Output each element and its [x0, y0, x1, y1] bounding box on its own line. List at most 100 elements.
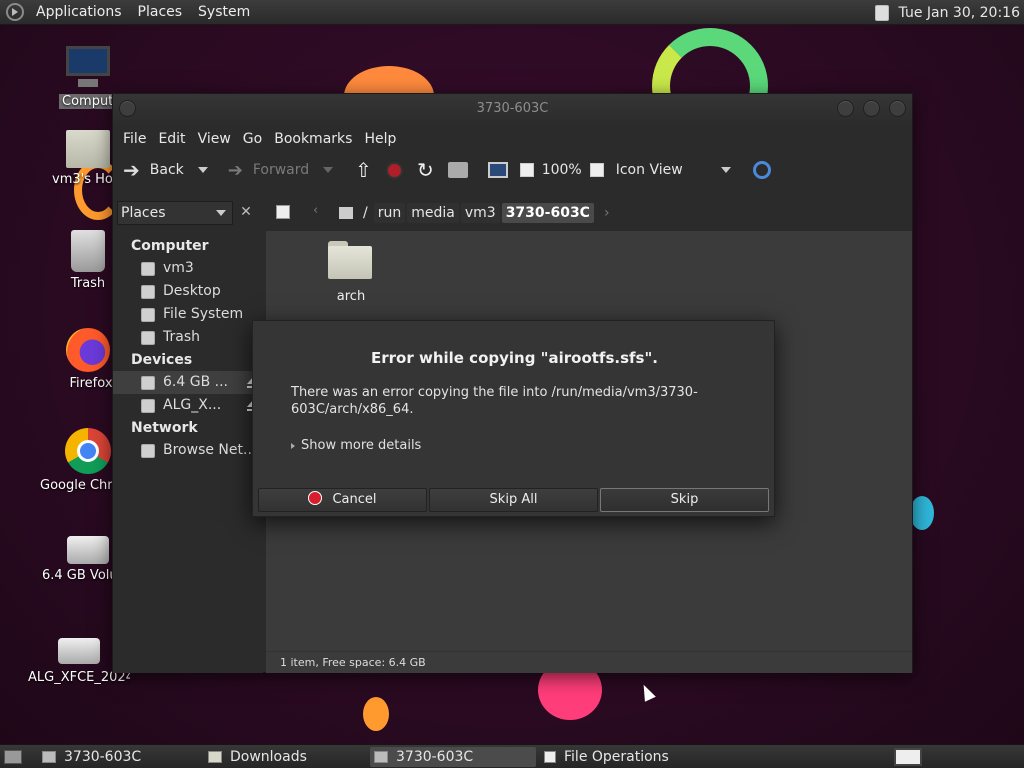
places-menu[interactable]: Places — [130, 4, 191, 20]
home-folder-icon — [66, 130, 110, 168]
menu-bookmarks[interactable]: Bookmarks — [268, 131, 358, 147]
zoom-in-icon[interactable] — [589, 163, 604, 177]
error-dialog: Error while copying "airootfs.sfs". Ther… — [252, 320, 775, 517]
close-sidebar-icon[interactable]: ✕ — [235, 201, 257, 225]
home-icon[interactable] — [447, 162, 468, 178]
sidebar-item-desktop[interactable]: Desktop — [113, 280, 263, 303]
dialog-title: Error while copying "airootfs.sfs". — [371, 349, 658, 367]
minimize-button[interactable] — [837, 100, 854, 117]
task-downloads[interactable]: Downloads — [204, 747, 364, 767]
cancel-button[interactable]: Cancel — [258, 488, 427, 512]
window-menu-button[interactable] — [119, 100, 136, 117]
close-button[interactable] — [889, 100, 906, 117]
arrow-right-icon: ➔ — [227, 159, 243, 181]
sidebar-section-computer: Computer — [131, 238, 209, 254]
zoom-level: 100% — [541, 162, 582, 178]
location-bar: Places ✕ ‹ / run media vm3 3730-603C › — [113, 197, 914, 229]
edit-location-icon[interactable] — [276, 205, 290, 219]
menu-file[interactable]: File — [117, 131, 152, 147]
menu-go[interactable]: Go — [237, 131, 268, 147]
menu-help[interactable]: Help — [358, 131, 402, 147]
menubar: File Edit View Go Bookmarks Help — [113, 124, 912, 153]
folder-icon[interactable] — [328, 241, 372, 279]
forward-history-dropdown[interactable] — [323, 167, 334, 173]
file-label[interactable]: arch — [316, 289, 386, 304]
dialog-message: There was an error copying the file into… — [291, 385, 698, 417]
workspace-switcher-icon[interactable] — [894, 748, 922, 766]
menu-view[interactable]: View — [192, 131, 237, 147]
sidebar-section-network: Network — [131, 420, 198, 436]
breadcrumb: / run media vm3 3730-603C › — [339, 201, 610, 225]
pathbar-right-arrow-icon[interactable]: › — [604, 205, 610, 221]
expander-arrow-icon — [291, 442, 295, 449]
breadcrumb-vm3[interactable]: vm3 — [460, 203, 500, 223]
distro-logo-icon[interactable] — [6, 3, 24, 21]
skip-all-button[interactable]: Skip All — [429, 488, 598, 512]
sidebar-item-browse-network[interactable]: Browse Net... — [113, 439, 263, 462]
chevron-down-icon — [720, 167, 731, 173]
top-panel: Applications Places System Tue Jan 30, 2… — [0, 0, 1024, 25]
places-sidebar: Computer vm3 Desktop File System Trash D… — [113, 231, 263, 673]
taskbar: 3730-603C Downloads 3730-603C File Opera… — [0, 744, 1024, 768]
computer-icon — [64, 46, 112, 90]
drive-icon — [67, 536, 109, 564]
breadcrumb-run[interactable]: run — [373, 203, 406, 223]
task-3730-603c-active[interactable]: 3730-603C — [370, 747, 536, 767]
breadcrumb-drive-icon — [339, 207, 353, 219]
chevron-down-icon — [216, 210, 226, 216]
clipboard-icon[interactable] — [874, 4, 889, 21]
window-titlebar[interactable]: 3730-603C — [113, 94, 912, 124]
sidebar-section-devices: Devices — [131, 352, 193, 368]
stop-icon[interactable] — [385, 161, 403, 179]
back-history-dropdown[interactable] — [197, 167, 208, 173]
sidebar-type-combo[interactable]: Places — [117, 201, 233, 225]
view-mode-combo[interactable]: Icon View — [616, 162, 731, 178]
show-details-expander[interactable]: Show more details — [291, 438, 421, 453]
sidebar-item-filesystem[interactable]: File System — [113, 303, 263, 326]
drive-icon — [141, 375, 155, 390]
search-icon[interactable] — [752, 161, 771, 179]
window-title: 3730-603C — [476, 101, 549, 116]
breadcrumb-current[interactable]: 3730-603C — [501, 203, 594, 223]
maximize-button[interactable] — [863, 100, 880, 117]
applications-menu[interactable]: Applications — [28, 4, 130, 20]
pathbar-left-arrow-icon[interactable]: ‹ — [313, 203, 318, 218]
sidebar-item-vm3[interactable]: vm3 — [113, 257, 263, 280]
home-icon — [141, 261, 155, 276]
zoom-out-icon[interactable] — [519, 163, 534, 177]
network-icon — [141, 443, 155, 458]
window-icon — [374, 751, 388, 763]
trash-icon — [141, 330, 155, 345]
computer-icon[interactable] — [487, 162, 508, 178]
task-file-operations[interactable]: File Operations — [540, 747, 710, 767]
breadcrumb-media[interactable]: media — [407, 203, 459, 223]
up-icon[interactable]: ⇧ — [355, 158, 372, 182]
decor-orange-dot — [363, 697, 389, 731]
sidebar-item-alg[interactable]: ALG_X... — [113, 394, 263, 417]
chrome-icon — [65, 428, 111, 474]
decor-teal-blob — [910, 496, 934, 530]
skip-button[interactable]: Skip — [600, 488, 769, 512]
system-menu[interactable]: System — [190, 4, 258, 20]
breadcrumb-root[interactable]: / — [359, 203, 372, 223]
file-icon — [544, 751, 556, 763]
drive-icon — [58, 638, 100, 664]
desktop-icon — [141, 284, 155, 299]
trash-icon — [71, 230, 105, 272]
task-3730-603c[interactable]: 3730-603C — [38, 747, 198, 767]
sidebar-item-volume[interactable]: 6.4 GB ... — [113, 371, 263, 394]
clock[interactable]: Tue Jan 30, 20:16 — [899, 5, 1020, 21]
menu-edit[interactable]: Edit — [152, 131, 191, 147]
arrow-left-icon: ➔ — [123, 158, 140, 182]
forward-button[interactable]: ➔ Forward — [227, 159, 334, 181]
window-icon — [42, 751, 56, 763]
sidebar-item-trash[interactable]: Trash — [113, 326, 263, 349]
status-bar: 1 item, Free space: 6.4 GB — [266, 651, 912, 673]
show-desktop-icon[interactable] — [4, 750, 22, 764]
reload-icon[interactable]: ↻ — [417, 158, 434, 182]
toolbar: ➔ Back ➔ Forward ⇧ ↻ 100% Icon View — [113, 153, 912, 187]
stop-icon — [308, 491, 323, 505]
firefox-icon — [66, 328, 110, 372]
back-button[interactable]: ➔ Back — [123, 158, 208, 182]
folder-icon — [208, 751, 222, 763]
